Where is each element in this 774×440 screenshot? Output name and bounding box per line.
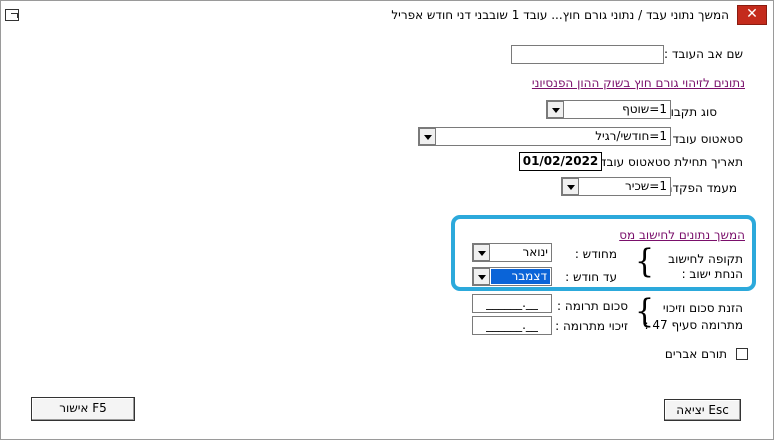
- employee-status-value: 1=חודשי/רגיל: [595, 129, 667, 143]
- employee-status-select[interactable]: 1=חודשי/רגיל: [418, 127, 671, 146]
- father-name-input[interactable]: [511, 45, 664, 64]
- to-month-label: עד חודש :: [565, 270, 617, 284]
- chevron-down-icon[interactable]: [562, 178, 579, 195]
- settlement-discount-label: הנחת ישוב :: [681, 267, 743, 281]
- exit-button[interactable]: יציאה Esc: [664, 399, 741, 421]
- receipt-type-value: 1=שוטף: [622, 102, 667, 116]
- to-month-select[interactable]: דצמבר: [472, 267, 552, 286]
- confirm-button[interactable]: אישור F5: [31, 397, 135, 421]
- receipt-type-select[interactable]: 1=שוטף: [546, 100, 671, 119]
- father-name-label: שם אב העובד :: [663, 47, 743, 61]
- deposit-status-select[interactable]: 1=שכיר: [561, 177, 671, 196]
- donation-amount-label: סכום תרומה :: [557, 299, 628, 313]
- pension-data-link[interactable]: נתונים לזיהוי גורם חוץ בשוק ההון הפנסיונ…: [532, 76, 745, 90]
- from-month-label: מחודש :: [574, 247, 617, 261]
- donation-amount-input[interactable]: ______.__: [472, 294, 552, 313]
- status-start-label: תאריך תחילת סטאטוס עובד: [599, 155, 743, 169]
- brace-icon: {: [635, 242, 655, 281]
- title-bar: המשך נתוני עבד / נתוני גורם חוץ... עובד …: [1, 1, 773, 31]
- organ-donor-checkbox[interactable]: [736, 348, 748, 360]
- from-month-value: ינואר: [522, 245, 548, 259]
- status-start-date-input[interactable]: 01/02/2022: [519, 152, 602, 171]
- deposit-status-value: 1=שכיר: [625, 179, 667, 193]
- chevron-down-icon[interactable]: [419, 128, 436, 145]
- donation-section-label: מתרומה סעיף 47 :: [644, 318, 744, 332]
- donation-credit-label: זיכוי מתרומה :: [555, 319, 628, 333]
- donation-input-label: הזנת סכום וזיכוי: [662, 301, 743, 315]
- to-month-value: דצמבר: [490, 268, 551, 285]
- chevron-down-icon[interactable]: [473, 268, 490, 285]
- employee-status-label: סטאטוס עובד: [672, 132, 743, 146]
- receipt-type-label: סוג תקבול: [663, 105, 717, 119]
- chevron-down-icon[interactable]: [473, 244, 490, 261]
- tax-data-link[interactable]: המשך נתונים לחישוב מס: [619, 228, 745, 242]
- main-window: המשך נתוני עבד / נתוני גורם חוץ... עובד …: [0, 0, 774, 440]
- donation-credit-input[interactable]: ______.__: [472, 316, 552, 335]
- app-icon: [5, 9, 19, 21]
- organ-donor-label: תורם אברים: [664, 347, 727, 361]
- deposit-status-label: מעמד הפקדה: [664, 181, 737, 195]
- tax-period-label: תקופה לחישוב: [668, 252, 743, 266]
- window-title: המשך נתוני עבד / נתוני גורם חוץ... עובד …: [391, 8, 729, 22]
- brace-icon: {: [635, 292, 655, 331]
- chevron-down-icon[interactable]: [547, 101, 564, 118]
- close-button[interactable]: ✕: [737, 5, 767, 25]
- from-month-select[interactable]: ינואר: [472, 243, 552, 262]
